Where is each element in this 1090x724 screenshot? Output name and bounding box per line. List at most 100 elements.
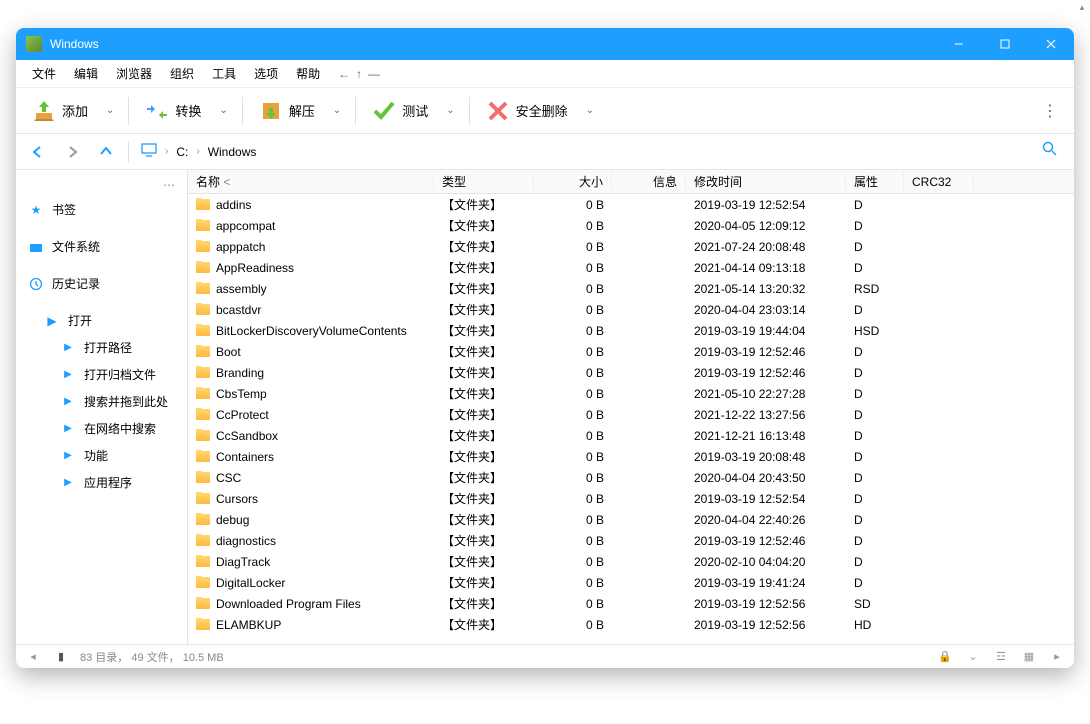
table-row[interactable]: bcastdvr【文件夹】0 B2020-04-04 23:03:14D xyxy=(188,299,1074,320)
table-row[interactable]: CbsTemp【文件夹】0 B2021-05-10 22:27:28D xyxy=(188,383,1074,404)
add-dropdown[interactable]: ⌄ xyxy=(100,101,120,120)
minus-icon[interactable]: — xyxy=(368,67,380,81)
test-button[interactable]: 测试 xyxy=(364,95,436,127)
menu-help[interactable]: 帮助 xyxy=(288,61,328,86)
grid-view-icon[interactable]: ▦ xyxy=(1020,650,1038,663)
bc-drive[interactable]: C: xyxy=(172,143,192,161)
test-dropdown[interactable]: ⌄ xyxy=(440,101,460,120)
col-modified[interactable]: 修改时间 xyxy=(686,173,846,190)
folder-icon xyxy=(196,535,210,546)
nav-forward[interactable] xyxy=(58,138,86,166)
sidebar-open-item[interactable]: ▶在网络中搜索 xyxy=(16,415,187,442)
list-view-icon[interactable]: ☲ xyxy=(992,650,1010,663)
secure-delete-button[interactable]: 安全删除 xyxy=(478,95,576,127)
play-icon: ▶ xyxy=(44,313,60,329)
arrow-left-icon[interactable]: ← xyxy=(338,67,350,81)
folder-icon xyxy=(196,472,210,483)
sidebar-menu-icon[interactable]: ⋯ xyxy=(16,174,187,196)
sidebar-open-item[interactable]: ▶打开归档文件 xyxy=(16,361,187,388)
table-row[interactable]: CcProtect【文件夹】0 B2021-12-22 13:27:56D xyxy=(188,404,1074,425)
table-row[interactable]: Cursors【文件夹】0 B2019-03-19 12:52:54D xyxy=(188,488,1074,509)
nav-prev-icon[interactable]: ◂ xyxy=(24,650,42,663)
dropdown-icon[interactable]: ⌄ xyxy=(964,650,982,663)
menu-browser[interactable]: 浏览器 xyxy=(108,61,160,86)
col-attr[interactable]: 属性 xyxy=(846,173,904,190)
sidebar-open-item[interactable]: ▶打开路径 xyxy=(16,334,187,361)
table-row[interactable]: Downloaded Program Files【文件夹】0 B2019-03-… xyxy=(188,593,1074,614)
status-text: 83 目录， 49 文件， 10.5 MB xyxy=(80,649,224,665)
table-row[interactable]: DiagTrack【文件夹】0 B2020-02-10 04:04:20D xyxy=(188,551,1074,572)
convert-icon xyxy=(145,99,169,123)
sidebar-filesystem[interactable]: 文件系统 xyxy=(16,233,187,260)
maximize-button[interactable] xyxy=(982,28,1028,60)
table-row[interactable]: apppatch【文件夹】0 B2021-07-24 20:08:48D xyxy=(188,236,1074,257)
app-icon xyxy=(26,36,42,52)
folder-icon xyxy=(196,220,210,231)
window-title: Windows xyxy=(50,37,936,51)
folder-icon xyxy=(196,262,210,273)
table-row[interactable]: CSC【文件夹】0 B2020-04-04 20:43:50D xyxy=(188,467,1074,488)
folder-icon xyxy=(196,577,210,588)
table-row[interactable]: addins【文件夹】0 B2019-03-19 12:52:54D xyxy=(188,194,1074,215)
sidebar-open-item[interactable]: ▶功能 xyxy=(16,442,187,469)
extract-dropdown[interactable]: ⌄ xyxy=(327,101,347,120)
extract-button[interactable]: 解压 xyxy=(251,95,323,127)
column-headers: 名称 < 类型 大小 信息 修改时间 属性 CRC32 ▴ xyxy=(188,170,1074,194)
lock-icon[interactable]: 🔒 xyxy=(936,650,954,663)
search-button[interactable] xyxy=(1034,137,1066,166)
table-row[interactable]: Containers【文件夹】0 B2019-03-19 20:08:48D xyxy=(188,446,1074,467)
menu-edit[interactable]: 编辑 xyxy=(66,61,106,86)
table-row[interactable]: Branding【文件夹】0 B2019-03-19 12:52:46D xyxy=(188,362,1074,383)
sidebar-history[interactable]: 历史记录 xyxy=(16,270,187,297)
table-row[interactable]: ELAMBKUP【文件夹】0 B2019-03-19 12:52:56HD xyxy=(188,614,1074,635)
statusbar: ◂ ▮ 83 目录， 49 文件， 10.5 MB 🔒 ⌄ ☲ ▦ ▸ xyxy=(16,644,1074,668)
folder-icon xyxy=(196,430,210,441)
convert-button[interactable]: 转换 xyxy=(137,95,209,127)
bc-computer-icon[interactable] xyxy=(137,141,161,162)
toolbar-overflow[interactable]: ⋮ xyxy=(1034,97,1066,125)
table-row[interactable]: AppReadiness【文件夹】0 B2021-04-14 09:13:18D xyxy=(188,257,1074,278)
menu-organize[interactable]: 组织 xyxy=(162,61,202,86)
app-window: Windows 文件 编辑 浏览器 组织 工具 选项 帮助 ← ↑ — 添加 ⌄… xyxy=(16,28,1074,668)
col-crc[interactable]: CRC32 xyxy=(904,175,974,189)
add-button[interactable]: 添加 xyxy=(24,95,96,127)
menu-file[interactable]: 文件 xyxy=(24,61,64,86)
check-icon xyxy=(372,99,396,123)
table-row[interactable]: CcSandbox【文件夹】0 B2021-12-21 16:13:48D xyxy=(188,425,1074,446)
folder-icon xyxy=(196,409,210,420)
play-icon: ▶ xyxy=(60,340,76,356)
folder-icon xyxy=(196,283,210,294)
col-size[interactable]: 大小 xyxy=(534,173,612,190)
table-row[interactable]: appcompat【文件夹】0 B2020-04-05 12:09:12D xyxy=(188,215,1074,236)
menu-options[interactable]: 选项 xyxy=(246,61,286,86)
nav-up[interactable] xyxy=(92,138,120,166)
convert-dropdown[interactable]: ⌄ xyxy=(213,101,233,120)
col-info[interactable]: 信息 xyxy=(612,173,686,190)
table-row[interactable]: Boot【文件夹】0 B2019-03-19 12:52:46D xyxy=(188,341,1074,362)
sidebar-open[interactable]: ▶ 打开 xyxy=(16,307,187,334)
table-row[interactable]: debug【文件夹】0 B2020-04-04 22:40:26D xyxy=(188,509,1074,530)
minimize-button[interactable] xyxy=(936,28,982,60)
folder-icon xyxy=(196,493,210,504)
table-row[interactable]: DigitalLocker【文件夹】0 B2019-03-19 19:41:24… xyxy=(188,572,1074,593)
table-row[interactable]: assembly【文件夹】0 B2021-05-14 13:20:32RSD xyxy=(188,278,1074,299)
sidebar-open-item[interactable]: ▶搜索并拖到此处 xyxy=(16,388,187,415)
secure-delete-dropdown[interactable]: ⌄ xyxy=(580,101,600,120)
table-row[interactable]: diagnostics【文件夹】0 B2019-03-19 12:52:46D xyxy=(188,530,1074,551)
close-button[interactable] xyxy=(1028,28,1074,60)
bc-folder[interactable]: Windows xyxy=(204,143,261,161)
arrow-up-icon[interactable]: ↑ xyxy=(356,67,362,81)
stop-icon[interactable]: ▮ xyxy=(52,650,70,663)
col-name[interactable]: 名称 < xyxy=(188,173,434,190)
sidebar-bookmarks[interactable]: ★ 书签 xyxy=(16,196,187,223)
table-row[interactable]: BitLockerDiscoveryVolumeContents【文件夹】0 B… xyxy=(188,320,1074,341)
file-list[interactable]: addins【文件夹】0 B2019-03-19 12:52:54Dappcom… xyxy=(188,194,1074,644)
file-pane: 名称 < 类型 大小 信息 修改时间 属性 CRC32 ▴ addins【文件夹… xyxy=(188,170,1074,644)
clock-icon xyxy=(28,276,44,292)
expand-icon[interactable]: ▸ xyxy=(1048,650,1066,663)
col-type[interactable]: 类型 xyxy=(434,173,534,190)
menu-tools[interactable]: 工具 xyxy=(204,61,244,86)
sidebar-open-item[interactable]: ▶应用程序 xyxy=(16,469,187,496)
nav-back[interactable] xyxy=(24,138,52,166)
delete-x-icon xyxy=(486,99,510,123)
